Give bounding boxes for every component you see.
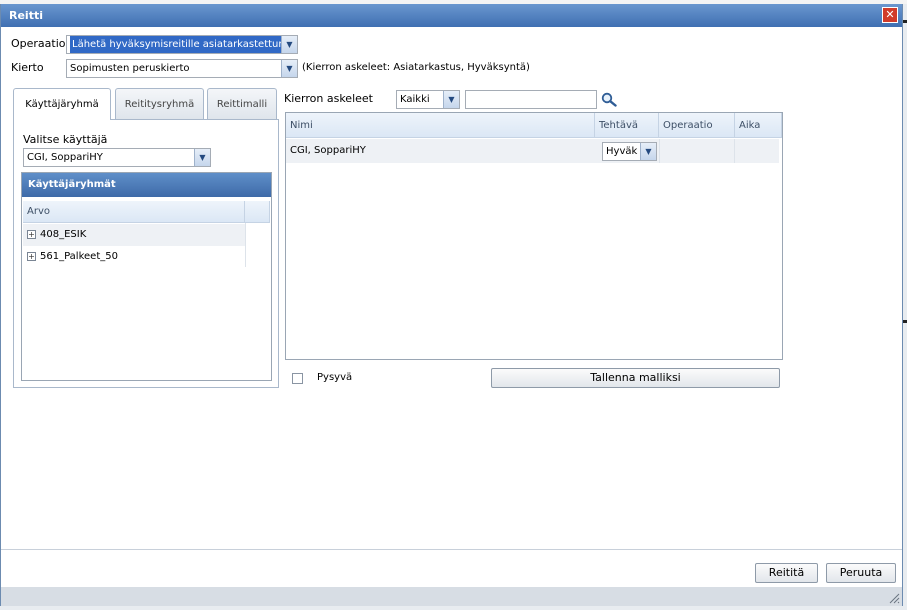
column-header-tehtava[interactable]: Tehtävä [595, 113, 659, 138]
user-groups-panel: Käyttäjäryhmät Arvo +408_ESIK +561_Palke… [21, 172, 272, 381]
user-groups-title: Käyttäjäryhmät [22, 173, 271, 197]
chevron-down-icon[interactable]: ▼ [281, 36, 297, 53]
operaatio-select[interactable]: Lähetä hyväksymisreitille asiatarkastett… [66, 35, 298, 54]
pysyva-label: Pysyvä [317, 372, 353, 383]
user-select[interactable]: CGI, SoppariHY ▼ [23, 148, 211, 167]
tab-reittimalli[interactable]: Reittimalli [207, 88, 277, 119]
user-tabs: Käyttäjäryhmä Reititysryhmä Reittimalli … [13, 88, 279, 388]
column-header-arvo[interactable]: Arvo [23, 201, 245, 223]
column-header-operaatio[interactable]: Operaatio [659, 113, 735, 138]
steps-filter-select[interactable]: Kaikki ▼ [396, 90, 460, 109]
tab-kayttajaryhma[interactable]: Käyttäjäryhmä [13, 88, 111, 120]
dialog-title: Reitti [9, 9, 43, 22]
kayttajaryhma-panel: Valitse käyttäjä CGI, SoppariHY ▼ Käyttä… [13, 119, 279, 388]
kierto-info: (Kierron askeleet: Asiatarkastus, Hyväks… [302, 62, 530, 73]
cell-divider [659, 139, 660, 163]
cell-divider [734, 139, 735, 163]
plus-icon[interactable]: + [27, 251, 36, 261]
grid-column-divider [245, 223, 246, 267]
chevron-down-icon[interactable]: ▼ [281, 60, 297, 77]
user-value: CGI, SoppariHY [27, 152, 103, 163]
chevron-down-icon[interactable]: ▼ [443, 91, 459, 108]
column-header-nimi[interactable]: Nimi [286, 113, 595, 138]
kierto-value: Sopimusten peruskierto [70, 63, 190, 74]
cancel-button[interactable]: Peruuta [826, 563, 896, 583]
kierto-select[interactable]: Sopimusten peruskierto ▼ [66, 59, 298, 78]
kierto-label: Kierto [11, 61, 44, 74]
operaatio-label: Operaatio [11, 37, 66, 50]
group-label: 408_ESIK [40, 229, 87, 240]
resize-grip-icon[interactable] [888, 592, 900, 604]
operaatio-value: Lähetä hyväksymisreitille asiatarkastett… [70, 36, 293, 53]
task-value: Hyväk [606, 146, 638, 157]
chevron-down-icon[interactable]: ▼ [640, 143, 656, 160]
task-select[interactable]: Hyväk ▼ [602, 142, 657, 161]
column-header-aika[interactable]: Aika [735, 113, 782, 138]
save-template-button[interactable]: Tallenna malliksi [491, 368, 780, 388]
tree-node[interactable]: +408_ESIK [23, 224, 245, 246]
search-icon[interactable] [601, 92, 618, 107]
column-header-spacer [245, 201, 270, 223]
edge-mark [903, 320, 907, 323]
dialog-titlebar[interactable]: Reitti ✕ [1, 4, 902, 27]
tab-reititysryhma[interactable]: Reititysryhmä [115, 88, 204, 119]
group-label: 561_Palkeet_50 [40, 251, 118, 262]
filter-value: Kaikki [400, 94, 430, 105]
steps-label: Kierron askeleet [284, 92, 373, 105]
step-name: CGI, SoppariHY [290, 145, 366, 156]
reitti-dialog: Reitti ✕ Operaatio Lähetä hyväksymisreit… [0, 4, 903, 606]
route-button[interactable]: Reititä [755, 563, 818, 583]
select-user-label: Valitse käyttäjä [23, 133, 108, 146]
plus-icon[interactable]: + [27, 229, 36, 239]
close-icon[interactable]: ✕ [882, 7, 898, 23]
steps-grid: Nimi Tehtävä Operaatio Aika CGI, Soppari… [285, 112, 783, 360]
chevron-down-icon[interactable]: ▼ [194, 149, 210, 166]
footer-divider [1, 549, 902, 550]
edge-mark [903, 20, 907, 23]
pysyva-checkbox[interactable] [292, 373, 303, 384]
tree-node[interactable]: +561_Palkeet_50 [23, 246, 245, 268]
table-row[interactable]: CGI, SoppariHY Hyväk ▼ [286, 139, 779, 163]
steps-search-input[interactable] [465, 90, 597, 109]
status-bar [1, 587, 902, 606]
